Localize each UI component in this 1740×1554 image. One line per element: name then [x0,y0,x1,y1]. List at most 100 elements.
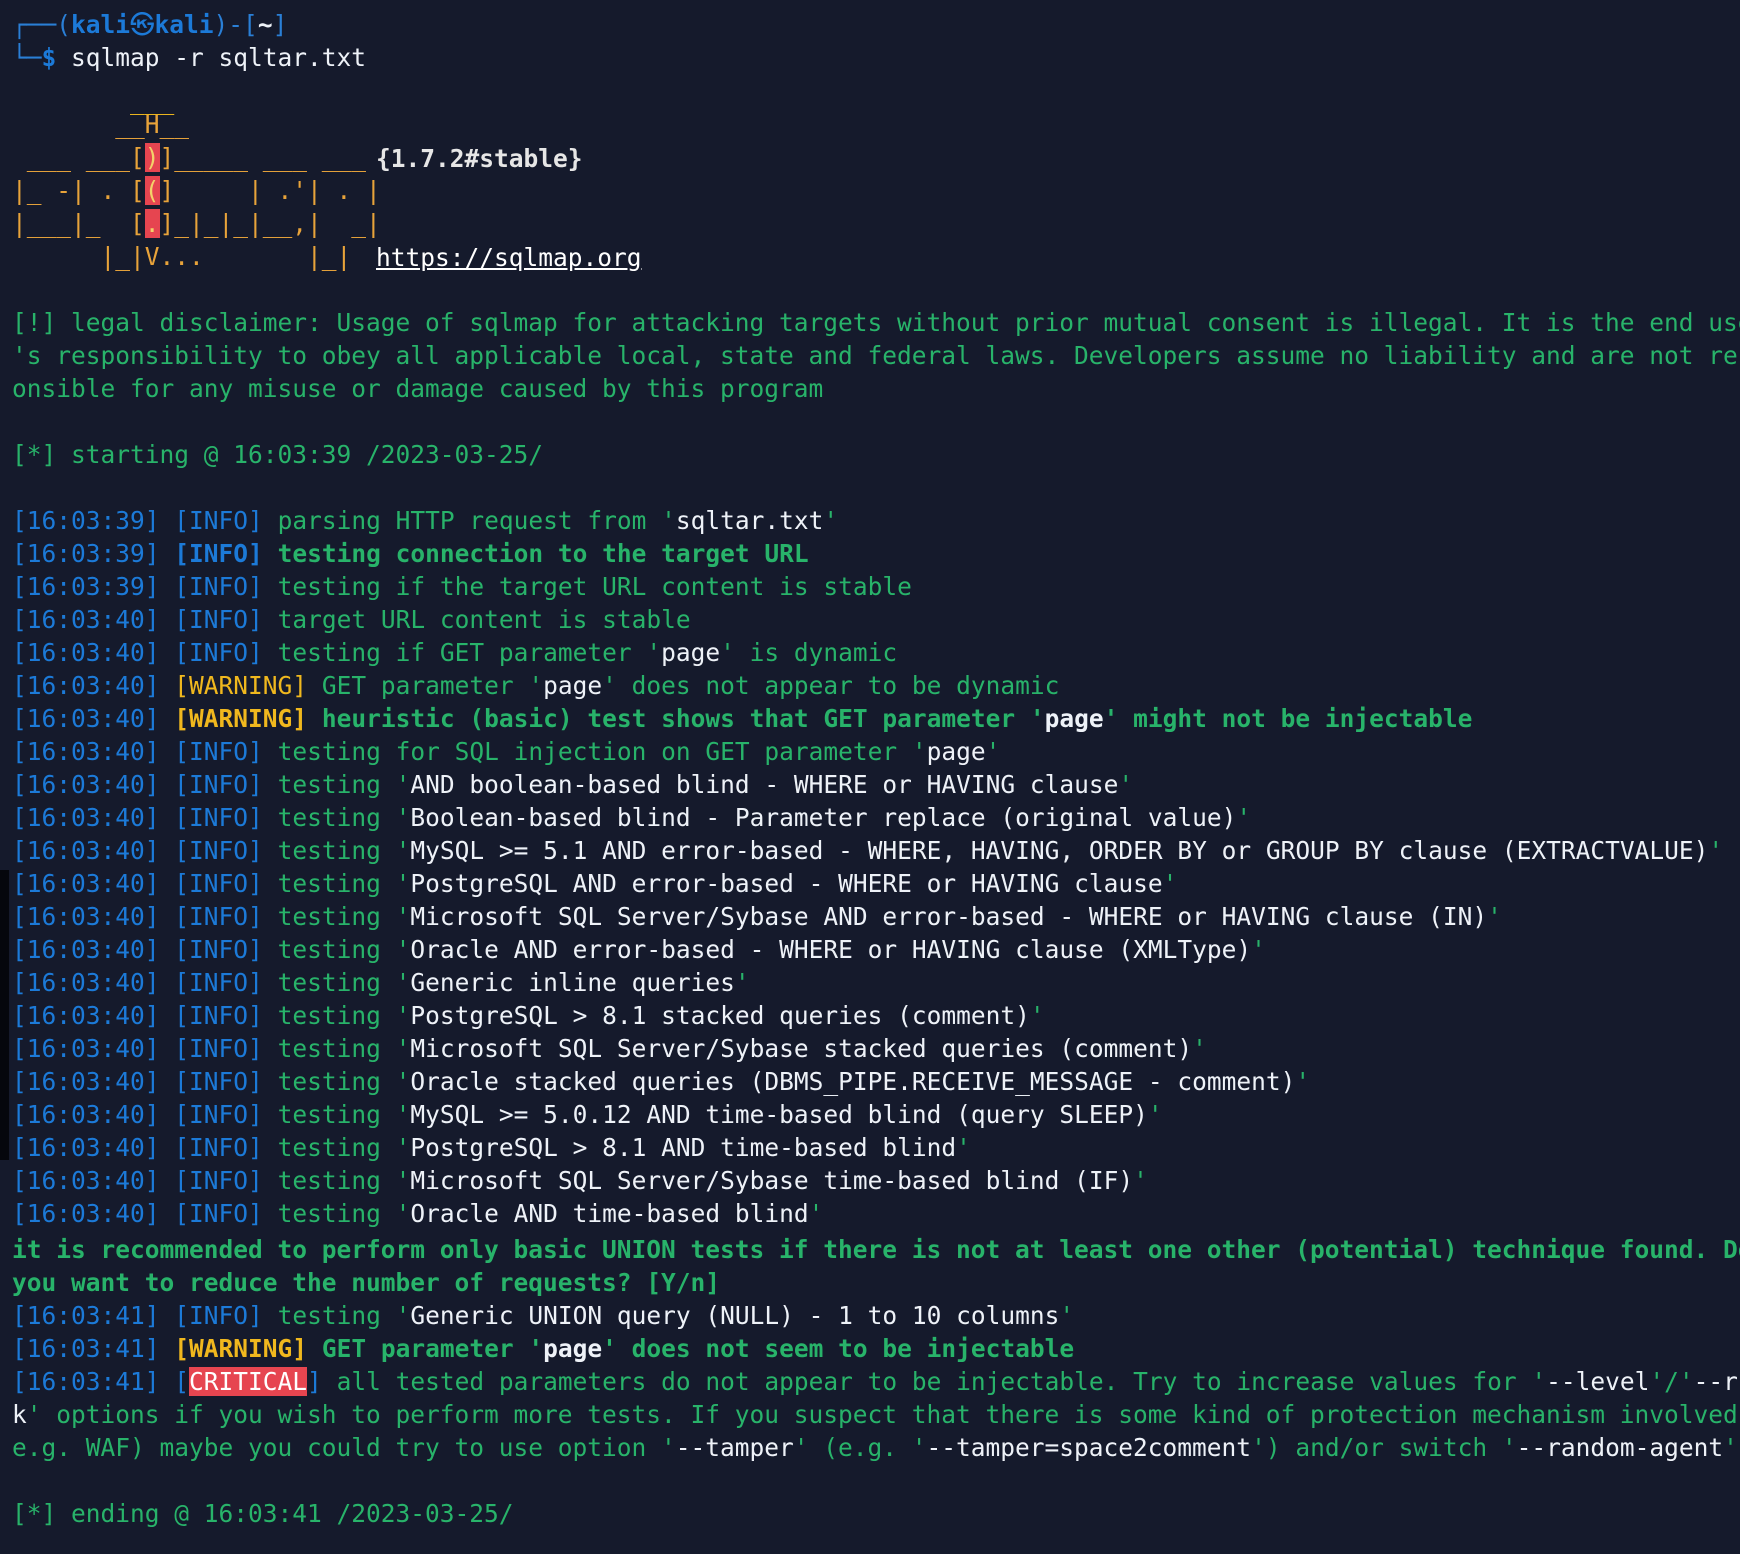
log-value: PostgreSQL > 8.1 stacked queries (commen… [410,1001,1030,1030]
log-message: ' options if you wish to perform more te… [26,1400,1740,1429]
banner-art-line: |___|_ [.]_|_|_|__,| _| [12,209,381,238]
log-message: testing ' [277,1199,411,1228]
scroll-gutter [0,870,9,1160]
log-time: [16:03:39] [12,506,160,535]
log-time: [16:03:40] [12,935,160,964]
log-message: ' [1295,1067,1311,1096]
question-line: you want to reduce the number of request… [12,1268,721,1297]
log-value: sqltar.txt [675,506,824,535]
log-message: ' [1236,803,1252,832]
info-badge: [INFO] [174,1034,263,1063]
log-message: heuristic (basic) test shows that GET pa… [321,704,1045,733]
log-message: testing ' [277,968,411,997]
log-value: Microsoft SQL Server/Sybase time-based b… [410,1166,1134,1195]
prompt-command-line[interactable]: └─$ sqlmap -r sqltar.txt [12,41,366,74]
log-value: Boolean-based blind - Parameter replace … [410,803,1237,832]
log-message: GET parameter ' [321,1334,544,1363]
log-value: --tamper=space2comment [926,1433,1252,1462]
log-line: [16:03:40] [INFO] testing 'Generic inlin… [12,966,750,999]
log-message: testing ' [277,770,411,799]
info-badge: [INFO] [174,968,263,997]
sqlmap-url-link[interactable]: https://sqlmap.org [376,241,642,274]
log-value: MySQL >= 5.0.12 AND time-based blind (qu… [410,1100,1148,1129]
log-line: [16:03:40] [INFO] testing 'PostgreSQL > … [12,1131,971,1164]
log-message: ' might not be injectable [1103,704,1473,733]
log-value: page [543,1334,603,1363]
banner-art-line: |_ -| . [(] | .'| . | [12,176,381,205]
log-line: [16:03:40] [INFO] testing 'Microsoft SQL… [12,1032,1207,1065]
info-badge: [INFO] [174,737,263,766]
prompt-header: ┌──(kali㉿kali)-[~] [12,8,287,41]
log-value: Microsoft SQL Server/Sybase AND error-ba… [410,902,1488,931]
log-line: [16:03:41] [WARNING] GET parameter 'page… [12,1332,1074,1365]
info-badge: [INFO] [174,572,263,601]
log-message: testing ' [277,1067,411,1096]
log-message: ' [1708,836,1724,865]
info-badge: [INFO] [174,638,263,667]
log-time: [16:03:41] [12,1367,160,1396]
log-message: ' [1059,1301,1075,1330]
log-line: [16:03:40] [INFO] testing 'MySQL >= 5.0.… [12,1098,1163,1131]
info-badge: [INFO] [174,935,263,964]
info-badge: [INFO] [174,1001,263,1030]
log-value: PostgreSQL AND error-based - WHERE or HA… [410,869,1163,898]
ending-line: [*] ending @ 16:03:41 /2023-03-25/ [12,1499,514,1528]
log-value: Oracle AND time-based blind [410,1199,809,1228]
log-message: testing ' [277,902,411,931]
log-message: ' [1147,1100,1163,1129]
log-message: '/' [1649,1367,1694,1396]
log-message: ' [1133,1166,1148,1195]
log-message: ' [956,1133,971,1162]
prompt-path: ~ [257,10,273,39]
info-badge: [INFO] [174,1166,263,1195]
warning-badge: [WARNING] [174,704,308,733]
info-badge: [INFO] [174,605,263,634]
critical-line: [16:03:41] [CRITICAL] all tested paramet… [12,1365,1740,1398]
prompt-frame-mid: )-[ [213,10,258,39]
log-time: [16:03:40] [12,770,160,799]
log-message: testing ' [277,1166,411,1195]
log-message: testing ' [277,869,411,898]
log-time: [16:03:40] [12,1133,160,1162]
banner-art-line: __H__ [12,110,190,139]
log-line: [16:03:40] [INFO] testing 'Boolean-based… [12,801,1251,834]
log-value: Microsoft SQL Server/Sybase stacked quer… [410,1034,1193,1063]
command-text: sqlmap -r sqltar.txt [56,43,367,72]
log-message: testing if GET parameter ' [277,638,662,667]
info-badge: [INFO] [174,506,263,535]
critical-line-3: e.g. WAF) maybe you could try to use opt… [12,1431,1738,1464]
info-badge: [INFO] [174,1133,263,1162]
log-message: target URL content is stable [277,605,691,634]
terminal-window[interactable]: ┌──(kali㉿kali)-[~] └─$ sqlmap -r sqltar.… [0,0,1740,1554]
log-message: e.g. WAF) maybe you could try to use opt… [12,1433,676,1462]
log-message: ' [1723,1433,1738,1462]
log-message: testing ' [277,803,411,832]
log-message: ' [823,506,839,535]
info-badge: [INFO] [174,836,263,865]
log-message: all tested parameters do not appear to b… [321,1367,1547,1396]
log-line: [16:03:40] [INFO] testing if GET paramet… [12,636,897,669]
info-badge: [INFO] [174,539,263,568]
log-time: [16:03:39] [12,572,160,601]
log-message: testing ' [277,1001,411,1030]
log-message: ' [1192,1034,1207,1063]
log-line: [16:03:40] [INFO] target URL content is … [12,603,691,636]
log-message: ' [1029,1001,1045,1030]
log-time: [16:03:40] [12,737,160,766]
log-value: Oracle stacked queries (DBMS_PIPE.RECEIV… [410,1067,1296,1096]
warning-badge: [WARNING] [174,671,308,700]
log-message: ' [1487,902,1502,931]
banner-art-line: ___ ___[)]_____ ___ ___ [12,143,367,172]
prompt-dollar: $ [41,43,57,72]
log-value: Oracle AND error-based - WHERE or HAVING… [410,935,1252,964]
log-value: Generic inline queries [410,968,735,997]
log-line: [16:03:39] [INFO] testing connection to … [12,537,809,570]
log-value: page [1044,704,1104,733]
log-line: [16:03:40] [INFO] testing 'MySQL >= 5.1 … [12,834,1723,867]
log-message: ' [734,968,750,997]
log-message: ' [661,506,676,535]
prompt-frame-bottom: └─ [12,43,42,72]
starting-line: [*] starting @ 16:03:39 /2023-03-25/ [12,440,544,469]
log-time: [16:03:40] [12,1034,160,1063]
log-value: page [543,671,603,700]
